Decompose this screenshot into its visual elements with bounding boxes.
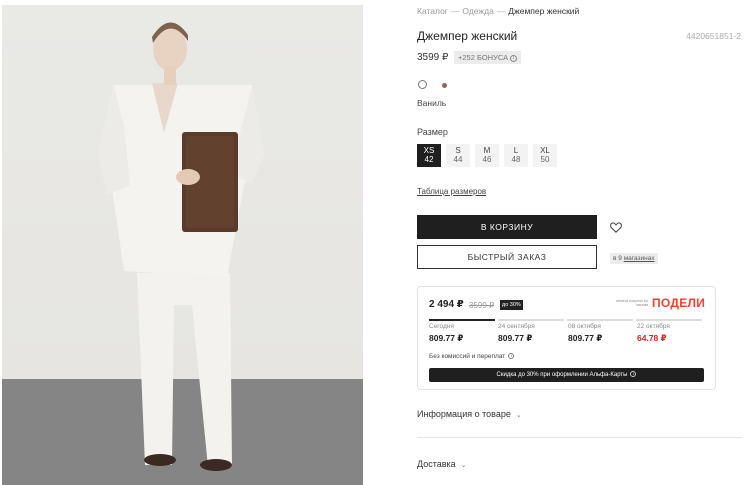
size-name: S xyxy=(455,146,461,155)
note-text: Без комиссий и переплат xyxy=(429,353,506,360)
payment-item: 08 октября 809.77 ₽ xyxy=(568,323,602,344)
bonus-text: +252 БОНУСА xyxy=(458,53,509,62)
info-icon[interactable]: i xyxy=(630,371,637,378)
size-option-l[interactable]: L 48 xyxy=(504,144,528,167)
accordion-label: Информация о товаре xyxy=(417,409,511,419)
breadcrumb-separator: — xyxy=(450,6,460,16)
add-to-cart-button[interactable]: В КОРЗИНУ xyxy=(417,215,597,239)
alfa-card-promo-banner[interactable]: Скидка до 30% при оформлении Альфа-Карты… xyxy=(429,368,704,382)
selected-color-name: Ваниль xyxy=(417,98,447,108)
payment-bar xyxy=(429,319,495,321)
discount-badge: до 30% xyxy=(500,300,523,310)
stores-prefix: в 9 xyxy=(613,255,622,262)
installment-price: 2 494 ₽ xyxy=(429,299,464,310)
podeli-logo: ПОДЕЛИ xyxy=(652,296,706,310)
size-label: Размер xyxy=(417,127,448,137)
size-name: XS xyxy=(423,146,435,155)
delivery-accordion[interactable]: Доставка ⌄ xyxy=(417,459,467,469)
breadcrumb-catalog[interactable]: Каталог xyxy=(417,6,448,16)
product-photo[interactable] xyxy=(2,5,363,485)
size-option-xl[interactable]: XL 50 xyxy=(533,144,557,167)
color-swatch-brown[interactable] xyxy=(442,83,447,88)
payment-item: 22 октября 64.78 ₽ xyxy=(637,323,670,344)
info-icon[interactable]: i xyxy=(510,54,518,62)
size-option-m[interactable]: M 46 xyxy=(475,144,499,167)
payment-bar xyxy=(567,319,633,321)
size-table-link[interactable]: Таблица размеров xyxy=(417,187,486,196)
payment-amount: 809.77 ₽ xyxy=(429,333,464,343)
podeli-tagline: оплата покупок по частям xyxy=(615,299,648,307)
no-commission-note: Без комиссий и переплат i xyxy=(429,353,515,360)
divider xyxy=(417,437,742,438)
product-sku: 4420651851-2 xyxy=(686,31,741,41)
product-title: Джемпер женский xyxy=(417,29,518,43)
info-icon[interactable]: i xyxy=(508,353,515,360)
product-price: 3599 ₽ xyxy=(417,52,449,63)
podeli-installment-card: 2 494 ₽ 3599 ₽ до 30% оплата покупок по … xyxy=(417,286,716,390)
color-swatch-white[interactable] xyxy=(418,80,427,89)
payment-date: Сегодня xyxy=(429,323,454,330)
model-illustration xyxy=(2,22,363,485)
product-info-accordion[interactable]: Информация о товаре ⌄ xyxy=(417,409,522,419)
product-details: Каталог — Одежда — Джемпер женский Джемпер ж… xyxy=(417,0,752,485)
promo-text: Скидка до 30% при оформлении Альфа-Карты xyxy=(496,372,628,378)
size-name: XL xyxy=(540,146,550,155)
chevron-down-icon: ⌄ xyxy=(515,412,522,419)
size-selector: XS 42 S 44 M 46 L 48 XL 50 xyxy=(417,144,557,167)
payment-amount: 64.78 ₽ xyxy=(637,333,667,343)
payment-bar xyxy=(498,319,564,321)
size-value: 48 xyxy=(511,155,521,164)
breadcrumb-separator: — xyxy=(496,6,506,16)
size-value: 44 xyxy=(453,155,463,164)
breadcrumb-clothing[interactable]: Одежда xyxy=(462,6,493,16)
size-value: 46 xyxy=(482,155,492,164)
payment-bar xyxy=(636,319,702,321)
quick-order-button[interactable]: БЫСТРЫЙ ЗАКАЗ xyxy=(417,245,597,269)
payment-progress xyxy=(429,319,702,321)
size-value: 42 xyxy=(424,155,434,164)
heart-icon[interactable] xyxy=(609,220,623,234)
size-option-xs[interactable]: XS 42 xyxy=(417,144,441,167)
stores-link[interactable]: магазинах xyxy=(624,255,655,262)
payment-item: 24 сентября 809.77 ₽ xyxy=(498,323,535,344)
size-name: L xyxy=(513,146,519,155)
payment-date: 08 октября xyxy=(568,323,601,330)
bonus-badge: +252 БОНУСА i xyxy=(454,51,522,64)
size-value: 50 xyxy=(540,155,550,164)
stores-availability[interactable]: в 9 магазинах xyxy=(610,253,658,264)
chevron-down-icon: ⌄ xyxy=(460,462,467,469)
payment-date: 24 сентября xyxy=(498,323,535,330)
size-name: M xyxy=(483,146,491,155)
payment-item: Сегодня 809.77 ₽ xyxy=(429,323,463,344)
breadcrumb-current: Джемпер женский xyxy=(508,6,580,16)
installment-old-price: 3599 ₽ xyxy=(469,301,495,310)
accordion-label: Доставка xyxy=(417,459,456,469)
breadcrumb: Каталог — Одежда — Джемпер женский xyxy=(417,6,579,16)
size-option-s[interactable]: S 44 xyxy=(446,144,470,167)
payment-date: 22 октября xyxy=(637,323,670,330)
payment-amount: 809.77 ₽ xyxy=(498,333,533,343)
payment-amount: 809.77 ₽ xyxy=(568,333,603,343)
